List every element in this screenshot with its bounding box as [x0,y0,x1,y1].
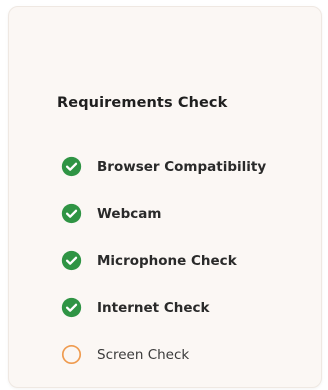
requirement-webcam: Webcam [61,202,266,225]
requirement-label: Screen Check [97,346,190,363]
requirement-browser-compatibility: Browser Compatibility [61,155,266,178]
check-circle-icon [61,203,82,224]
requirements-panel: Requirements Check Browser Compatibility… [8,6,322,388]
requirement-label: Internet Check [97,299,210,316]
requirements-list: Browser Compatibility Webcam Microphone … [61,155,266,390]
requirements-title: Requirements Check [57,95,228,111]
requirement-microphone-check: Microphone Check [61,249,266,272]
requirement-label: Webcam [97,205,162,222]
requirement-label: Browser Compatibility [97,158,267,175]
requirement-screen-check: Screen Check [61,343,266,366]
check-circle-icon [61,250,82,271]
check-circle-icon [61,297,82,318]
check-circle-icon [61,156,82,177]
requirement-label: Microphone Check [97,252,237,269]
empty-circle-icon [61,344,82,365]
requirement-internet-check: Internet Check [61,296,266,319]
